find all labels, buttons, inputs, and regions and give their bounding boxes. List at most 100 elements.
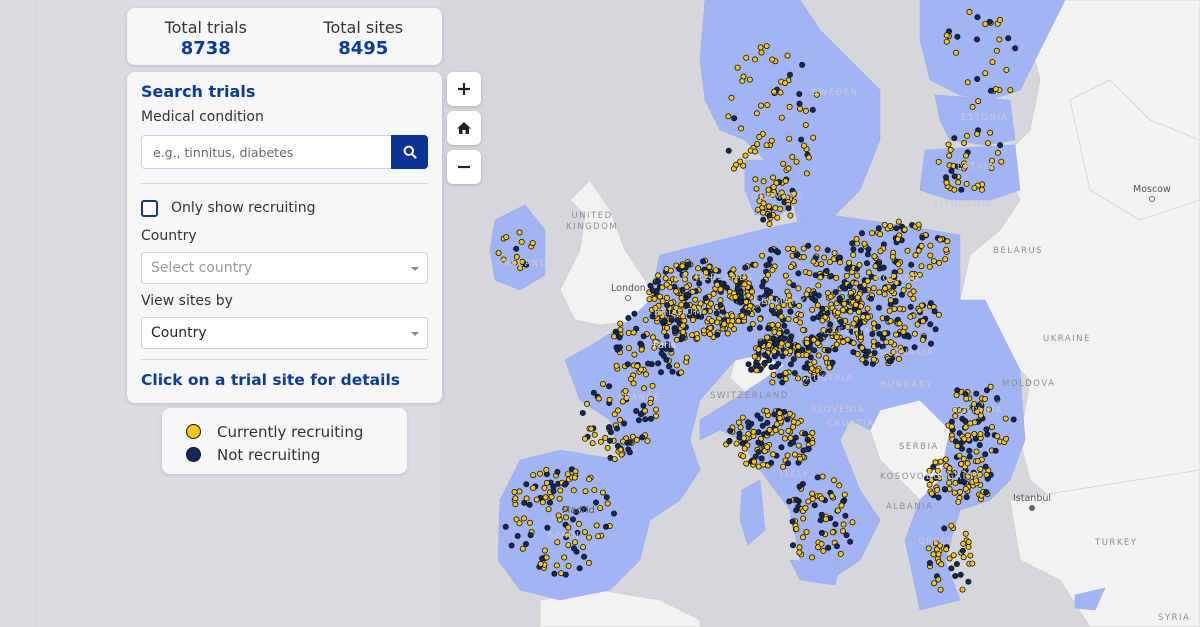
trial-site-recruiting[interactable] (961, 139, 968, 146)
trial-site-not-recruiting[interactable] (787, 71, 794, 78)
trial-site-recruiting[interactable] (951, 489, 958, 496)
trial-site-not-recruiting[interactable] (983, 426, 990, 433)
trial-site-recruiting[interactable] (938, 561, 945, 568)
trial-site-recruiting[interactable] (860, 313, 867, 320)
trial-site-recruiting[interactable] (843, 272, 850, 279)
trial-site-recruiting[interactable] (818, 495, 825, 502)
trial-site-recruiting[interactable] (725, 113, 732, 120)
trial-site-recruiting[interactable] (793, 526, 800, 533)
trial-site-recruiting[interactable] (758, 102, 765, 109)
trial-site-not-recruiting[interactable] (954, 387, 961, 394)
trial-site-recruiting[interactable] (763, 43, 770, 50)
trial-site-recruiting[interactable] (821, 254, 828, 261)
trial-site-not-recruiting[interactable] (931, 308, 938, 315)
trial-site-recruiting[interactable] (895, 236, 902, 243)
trial-site-not-recruiting[interactable] (861, 287, 868, 294)
trial-site-recruiting[interactable] (759, 252, 766, 259)
trial-site-not-recruiting[interactable] (811, 290, 818, 297)
trial-site-not-recruiting[interactable] (547, 499, 554, 506)
trial-site-not-recruiting[interactable] (833, 543, 840, 550)
trial-site-not-recruiting[interactable] (965, 578, 972, 585)
trial-site-recruiting[interactable] (533, 496, 540, 503)
trial-site-recruiting[interactable] (861, 240, 868, 247)
trial-site-not-recruiting[interactable] (754, 412, 761, 419)
trial-site-recruiting[interactable] (772, 427, 779, 434)
trial-site-not-recruiting[interactable] (702, 295, 709, 302)
trial-site-recruiting[interactable] (743, 54, 750, 61)
trial-site-recruiting[interactable] (694, 335, 701, 342)
trial-site-recruiting[interactable] (503, 234, 510, 241)
trial-site-not-recruiting[interactable] (857, 320, 864, 327)
trial-site-not-recruiting[interactable] (742, 264, 749, 271)
trial-site-recruiting[interactable] (689, 288, 696, 295)
trial-site-recruiting[interactable] (553, 562, 560, 569)
trial-site-recruiting[interactable] (841, 300, 848, 307)
trial-site-recruiting[interactable] (706, 263, 713, 270)
trial-site-recruiting[interactable] (641, 385, 648, 392)
trial-site-recruiting[interactable] (765, 271, 772, 278)
trial-site-not-recruiting[interactable] (963, 494, 970, 501)
trial-site-not-recruiting[interactable] (962, 390, 969, 397)
trial-site-recruiting[interactable] (732, 294, 739, 301)
trial-site-recruiting[interactable] (800, 326, 807, 333)
trial-site-recruiting[interactable] (754, 141, 761, 148)
trial-site-not-recruiting[interactable] (514, 533, 521, 540)
trial-site-not-recruiting[interactable] (550, 488, 557, 495)
trial-site-not-recruiting[interactable] (757, 340, 764, 347)
trial-site-not-recruiting[interactable] (745, 424, 752, 431)
trial-site-not-recruiting[interactable] (614, 442, 621, 449)
trial-site-recruiting[interactable] (964, 79, 971, 86)
trial-site-recruiting[interactable] (638, 346, 645, 353)
trial-site-recruiting[interactable] (737, 424, 744, 431)
trial-site-not-recruiting[interactable] (865, 246, 872, 253)
trial-site-not-recruiting[interactable] (984, 431, 991, 438)
trial-site-not-recruiting[interactable] (875, 304, 882, 311)
trial-site-not-recruiting[interactable] (755, 448, 762, 455)
trial-site-recruiting[interactable] (760, 209, 767, 216)
trial-site-recruiting[interactable] (752, 261, 759, 268)
trial-site-not-recruiting[interactable] (793, 507, 800, 514)
trial-site-not-recruiting[interactable] (798, 136, 805, 143)
trial-site-recruiting[interactable] (960, 554, 967, 561)
trial-site-recruiting[interactable] (856, 261, 863, 268)
trial-site-recruiting[interactable] (942, 456, 949, 463)
trial-site-recruiting[interactable] (530, 472, 537, 479)
trial-site-recruiting[interactable] (900, 328, 907, 335)
trial-site-recruiting[interactable] (659, 284, 666, 291)
trial-site-recruiting[interactable] (597, 505, 604, 512)
trial-site-not-recruiting[interactable] (767, 288, 774, 295)
trial-site-recruiting[interactable] (678, 295, 685, 302)
trial-site-not-recruiting[interactable] (639, 434, 646, 441)
trial-site-recruiting[interactable] (795, 375, 802, 382)
trial-site-recruiting[interactable] (785, 315, 792, 322)
trial-site-recruiting[interactable] (700, 327, 707, 334)
trial-site-not-recruiting[interactable] (825, 544, 832, 551)
trial-site-recruiting[interactable] (786, 103, 793, 110)
country-select[interactable]: Select country (141, 252, 428, 284)
trial-site-not-recruiting[interactable] (772, 340, 779, 347)
trial-site-recruiting[interactable] (772, 204, 779, 211)
trial-site-recruiting[interactable] (982, 395, 989, 402)
trial-site-recruiting[interactable] (743, 460, 750, 467)
trial-site-not-recruiting[interactable] (935, 494, 942, 501)
trial-site-recruiting[interactable] (582, 435, 589, 442)
trial-site-not-recruiting[interactable] (576, 565, 583, 572)
trial-site-not-recruiting[interactable] (771, 411, 778, 418)
trial-site-not-recruiting[interactable] (787, 337, 794, 344)
trial-site-recruiting[interactable] (576, 520, 583, 527)
trial-site-not-recruiting[interactable] (794, 251, 801, 258)
trial-site-recruiting[interactable] (905, 282, 912, 289)
trial-site-recruiting[interactable] (595, 533, 602, 540)
trial-site-recruiting[interactable] (529, 240, 536, 247)
trial-site-recruiting[interactable] (967, 420, 974, 427)
trial-site-recruiting[interactable] (663, 294, 670, 301)
trial-site-not-recruiting[interactable] (966, 447, 973, 454)
trial-site-not-recruiting[interactable] (745, 419, 752, 426)
trial-site-recruiting[interactable] (887, 297, 894, 304)
trial-site-recruiting[interactable] (958, 460, 965, 467)
trial-site-recruiting[interactable] (734, 64, 741, 71)
trial-site-not-recruiting[interactable] (832, 521, 839, 528)
trial-site-recruiting[interactable] (600, 380, 607, 387)
trial-site-recruiting[interactable] (760, 461, 767, 468)
trial-site-recruiting[interactable] (580, 544, 587, 551)
